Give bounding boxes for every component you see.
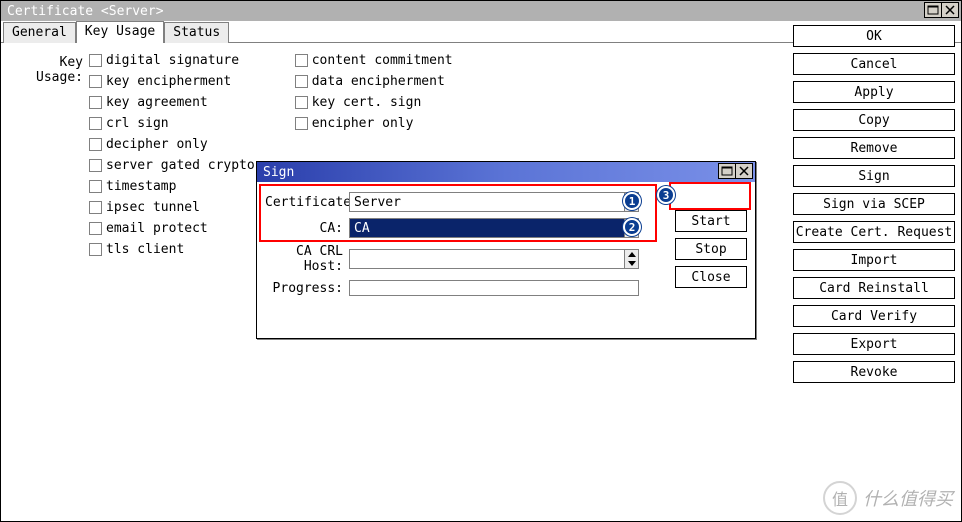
stop-button[interactable]: Stop — [675, 238, 747, 260]
checkbox-label: key cert. sign — [312, 95, 422, 110]
apply-button[interactable]: Apply — [793, 81, 955, 103]
window-titlebar: Certificate <Server> — [1, 1, 961, 21]
key-usage-checkbox[interactable]: encipher only — [295, 116, 453, 131]
key-usage-checkbox[interactable]: key encipherment — [89, 74, 255, 89]
close-button[interactable]: Close — [675, 266, 747, 288]
checkbox-label: decipher only — [106, 137, 208, 152]
key-usage-checkbox[interactable]: decipher only — [89, 137, 255, 152]
card-verify-button[interactable]: Card Verify — [793, 305, 955, 327]
checkbox-label: crl sign — [106, 116, 169, 131]
revoke-button[interactable]: Revoke — [793, 361, 955, 383]
ca-crl-host-label: CA CRL Host: — [265, 244, 349, 274]
remove-button[interactable]: Remove — [793, 137, 955, 159]
key-usage-checkbox[interactable]: digital signature — [89, 53, 255, 68]
checkbox-icon[interactable] — [89, 243, 102, 256]
certificate-field[interactable] — [349, 192, 625, 212]
watermark: 值 什么值得买 — [823, 481, 953, 515]
key-usage-checkbox[interactable]: data encipherment — [295, 74, 453, 89]
chevron-down-icon[interactable] — [625, 259, 638, 268]
checkbox-label: ipsec tunnel — [106, 200, 200, 215]
tab-general[interactable]: General — [3, 22, 76, 43]
checkbox-icon[interactable] — [89, 159, 102, 172]
key-usage-label: Key Usage: — [9, 53, 89, 257]
chevron-up-icon[interactable] — [625, 250, 638, 259]
card-reinstall-button[interactable]: Card Reinstall — [793, 277, 955, 299]
checkbox-icon[interactable] — [89, 138, 102, 151]
checkbox-icon[interactable] — [89, 222, 102, 235]
ca-field[interactable] — [349, 218, 625, 238]
checkbox-icon[interactable] — [295, 75, 308, 88]
ca-crl-host-field[interactable] — [349, 249, 625, 269]
annotation-badge-3: 3 — [657, 186, 675, 204]
checkbox-label: email protect — [106, 221, 208, 236]
ok-button[interactable]: OK — [793, 25, 955, 47]
import-button[interactable]: Import — [793, 249, 955, 271]
key-usage-checkbox[interactable]: content commitment — [295, 53, 453, 68]
checkbox-icon[interactable] — [89, 75, 102, 88]
checkbox-label: tls client — [106, 242, 184, 257]
sign-button[interactable]: Sign — [793, 165, 955, 187]
checkbox-icon[interactable] — [295, 117, 308, 130]
checkbox-label: encipher only — [312, 116, 414, 131]
window-title: Certificate <Server> — [7, 4, 164, 19]
progress-label: Progress: — [265, 281, 349, 296]
sign-dialog-title: Sign — [263, 165, 294, 180]
maximize-button[interactable] — [924, 2, 942, 18]
key-usage-checkbox[interactable]: tls client — [89, 242, 255, 257]
export-button[interactable]: Export — [793, 333, 955, 355]
tab-key-usage[interactable]: Key Usage — [76, 21, 164, 43]
key-usage-checkbox[interactable]: email protect — [89, 221, 255, 236]
key-usage-checkbox[interactable]: crl sign — [89, 116, 255, 131]
copy-button[interactable]: Copy — [793, 109, 955, 131]
close-button[interactable] — [941, 2, 959, 18]
sign-dialog: Sign Certificate: 1 CA: — [256, 161, 756, 339]
cancel-button[interactable]: Cancel — [793, 53, 955, 75]
ca-label: CA: — [265, 221, 349, 236]
checkbox-icon[interactable] — [89, 96, 102, 109]
checkbox-icon[interactable] — [295, 54, 308, 67]
checkbox-icon[interactable] — [89, 180, 102, 193]
sign-via-scep-button[interactable]: Sign via SCEP — [793, 193, 955, 215]
checkbox-label: server gated crypto — [106, 158, 255, 173]
checkbox-label: digital signature — [106, 53, 239, 68]
checkbox-icon[interactable] — [89, 201, 102, 214]
key-usage-checkbox[interactable]: timestamp — [89, 179, 255, 194]
annotation-badge-1: 1 — [623, 192, 641, 210]
checkbox-label: data encipherment — [312, 74, 445, 89]
watermark-text: 什么值得买 — [863, 485, 953, 511]
sign-dialog-titlebar: Sign — [257, 162, 755, 182]
annotation-badge-2: 2 — [623, 218, 641, 236]
sign-dialog-close-button[interactable] — [735, 163, 753, 179]
checkbox-icon[interactable] — [89, 54, 102, 67]
watermark-icon: 值 — [823, 481, 857, 515]
checkbox-icon[interactable] — [89, 117, 102, 130]
create-cert-request-button[interactable]: Create Cert. Request — [793, 221, 955, 243]
checkbox-label: key agreement — [106, 95, 208, 110]
checkbox-icon[interactable] — [295, 96, 308, 109]
checkbox-label: timestamp — [106, 179, 176, 194]
checkbox-label: key encipherment — [106, 74, 231, 89]
start-button[interactable]: Start — [675, 210, 747, 232]
key-usage-checkbox[interactable]: key agreement — [89, 95, 255, 110]
key-usage-checkbox[interactable]: key cert. sign — [295, 95, 453, 110]
checkbox-label: content commitment — [312, 53, 453, 68]
key-usage-checkbox[interactable]: server gated crypto — [89, 158, 255, 173]
action-panel: OK Cancel Apply Copy Remove Sign Sign vi… — [793, 25, 955, 383]
key-usage-checkbox[interactable]: ipsec tunnel — [89, 200, 255, 215]
progress-bar — [349, 280, 639, 296]
tab-status[interactable]: Status — [164, 22, 229, 43]
certificate-label: Certificate: — [265, 195, 349, 210]
sign-dialog-maximize-button[interactable] — [718, 163, 736, 179]
ca-crl-host-spinner[interactable] — [625, 249, 639, 269]
